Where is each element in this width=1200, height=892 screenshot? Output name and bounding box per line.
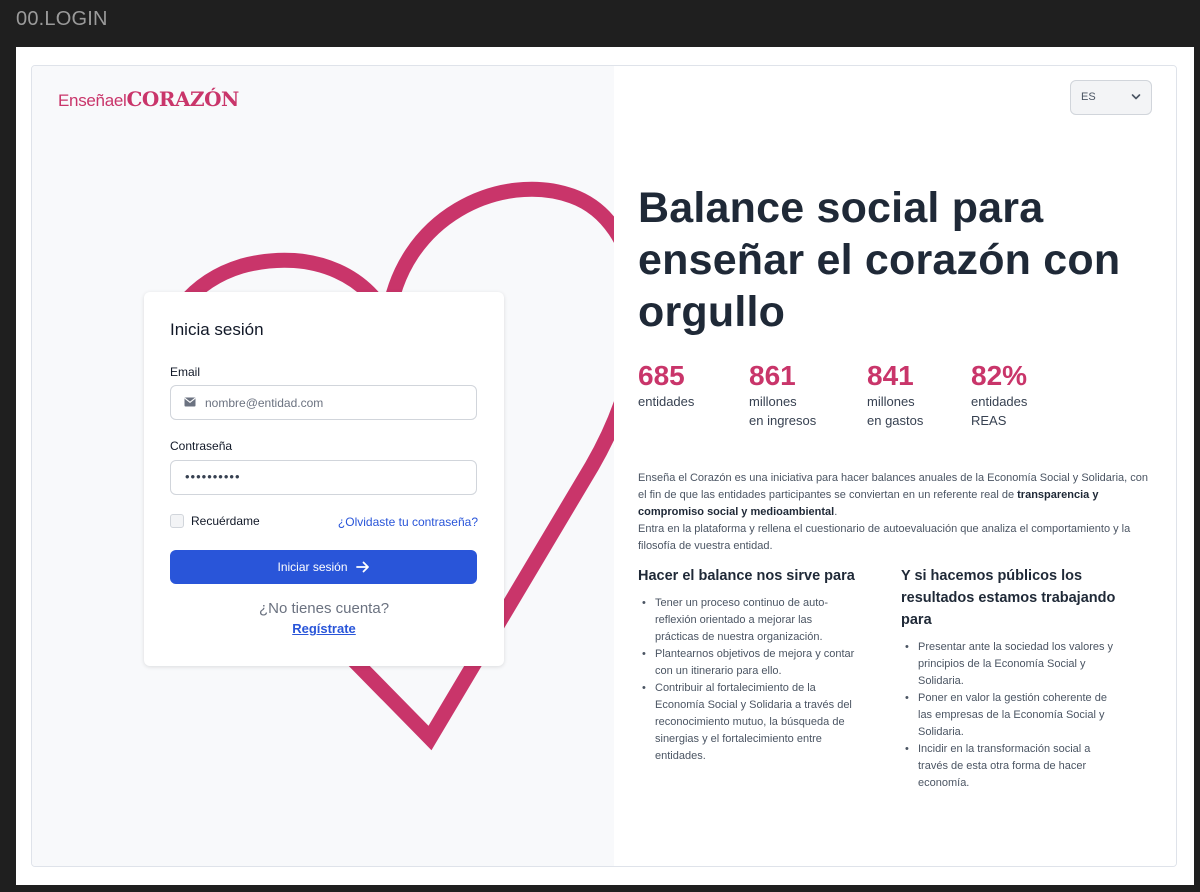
- no-account-text: ¿No tienes cuenta?: [258, 600, 390, 617]
- remember-me[interactable]: Recuérdame: [170, 514, 260, 528]
- chevron-down-icon: [1131, 94, 1141, 100]
- email-label: Email: [170, 365, 201, 379]
- login-button-label: Iniciar sesión: [277, 560, 348, 574]
- remember-label: Recuérdame: [191, 514, 260, 528]
- stat-value: 861: [749, 360, 796, 391]
- stat-reas: 82% entidades REAS: [971, 360, 1027, 430]
- hero-title-line: enseñar el corazón con: [638, 236, 1121, 284]
- remember-checkbox[interactable]: [170, 514, 184, 528]
- stat-expenses: 841 millones en gastos: [867, 360, 923, 430]
- intro-paragraph-1: Enseña el Corazón es una iniciativa para…: [638, 470, 1148, 521]
- benefits-list: Tener un proceso continuo de auto-reflex…: [638, 595, 856, 765]
- intro-text: Enseña el Corazón es una iniciativa para…: [638, 470, 1148, 555]
- stat-label: en gastos: [867, 413, 924, 428]
- login-card: Inicia sesión Email nombre@entidad.com C…: [144, 292, 504, 666]
- list-item: Contribuir al fortalecimiento de la Econ…: [638, 680, 856, 765]
- list-item: Incidir en la transformación social a tr…: [901, 741, 1123, 792]
- public-results-list: Presentar ante la sociedad los valores y…: [901, 639, 1123, 792]
- public-results-title: Y si hacemos públicos los resultados est…: [901, 568, 1116, 628]
- password-value: ••••••••••: [185, 469, 241, 484]
- list-item: Poner en valor la gestión coherente de l…: [901, 690, 1123, 741]
- frame-title: 00.LOGIN: [16, 8, 108, 30]
- intro-p1-end: .: [834, 506, 838, 518]
- logo-text-part2: CORAZÓN: [126, 87, 240, 111]
- intro-paragraph-2: Entra en la plataforma y rellena el cues…: [638, 523, 1131, 552]
- page-canvas: EnseñaelCORAZÓN Inicia sesión Email nomb…: [16, 47, 1194, 885]
- benefits-title: Hacer el balance nos sirve para: [638, 568, 855, 584]
- stat-label: entidades: [971, 394, 1028, 409]
- brand-logo[interactable]: EnseñaelCORAZÓN: [58, 87, 239, 111]
- stat-income: 861 millones en ingresos: [749, 360, 816, 430]
- list-item: Plantearnos objetivos de mejora y contar…: [638, 646, 856, 680]
- email-field[interactable]: nombre@entidad.com: [170, 385, 477, 420]
- stat-value: 82%: [971, 360, 1028, 391]
- hero-title-line: Balance social para: [638, 184, 1044, 232]
- stat-label: millones: [867, 394, 915, 409]
- language-value: ES: [1081, 91, 1096, 103]
- email-placeholder: nombre@entidad.com: [205, 396, 324, 410]
- forgot-password-link[interactable]: ¿Olvidaste tu contraseña?: [338, 515, 478, 529]
- left-pane: EnseñaelCORAZÓN Inicia sesión Email nomb…: [32, 66, 614, 866]
- register-link[interactable]: Regístrate: [144, 621, 504, 636]
- language-select[interactable]: ES: [1070, 80, 1152, 115]
- stat-value: 685: [638, 360, 685, 391]
- stat-label: REAS: [971, 413, 1007, 428]
- arrow-right-icon: [355, 561, 369, 573]
- login-button[interactable]: Iniciar sesión: [170, 550, 477, 584]
- password-field[interactable]: ••••••••••: [170, 460, 477, 495]
- stat-entities: 685 entidades: [638, 360, 694, 411]
- login-title: Inicia sesión: [170, 320, 264, 339]
- login-page-container: EnseñaelCORAZÓN Inicia sesión Email nomb…: [31, 65, 1177, 867]
- password-label: Contraseña: [170, 439, 233, 453]
- hero-title: Balance social para enseñar el corazón c…: [638, 182, 1158, 338]
- stat-label: entidades: [638, 394, 695, 409]
- stat-label: millones: [749, 394, 797, 409]
- envelope-icon: [184, 397, 196, 407]
- right-pane: ES Balance social para enseñar el corazó…: [614, 66, 1176, 866]
- stat-label: en ingresos: [749, 413, 817, 428]
- list-item: Presentar ante la sociedad los valores y…: [901, 639, 1123, 690]
- hero-title-line: orgullo: [638, 288, 786, 336]
- stat-value: 841: [867, 360, 914, 391]
- logo-text-part1: Enseñael: [58, 91, 127, 110]
- list-item: Tener un proceso continuo de auto-reflex…: [638, 595, 856, 646]
